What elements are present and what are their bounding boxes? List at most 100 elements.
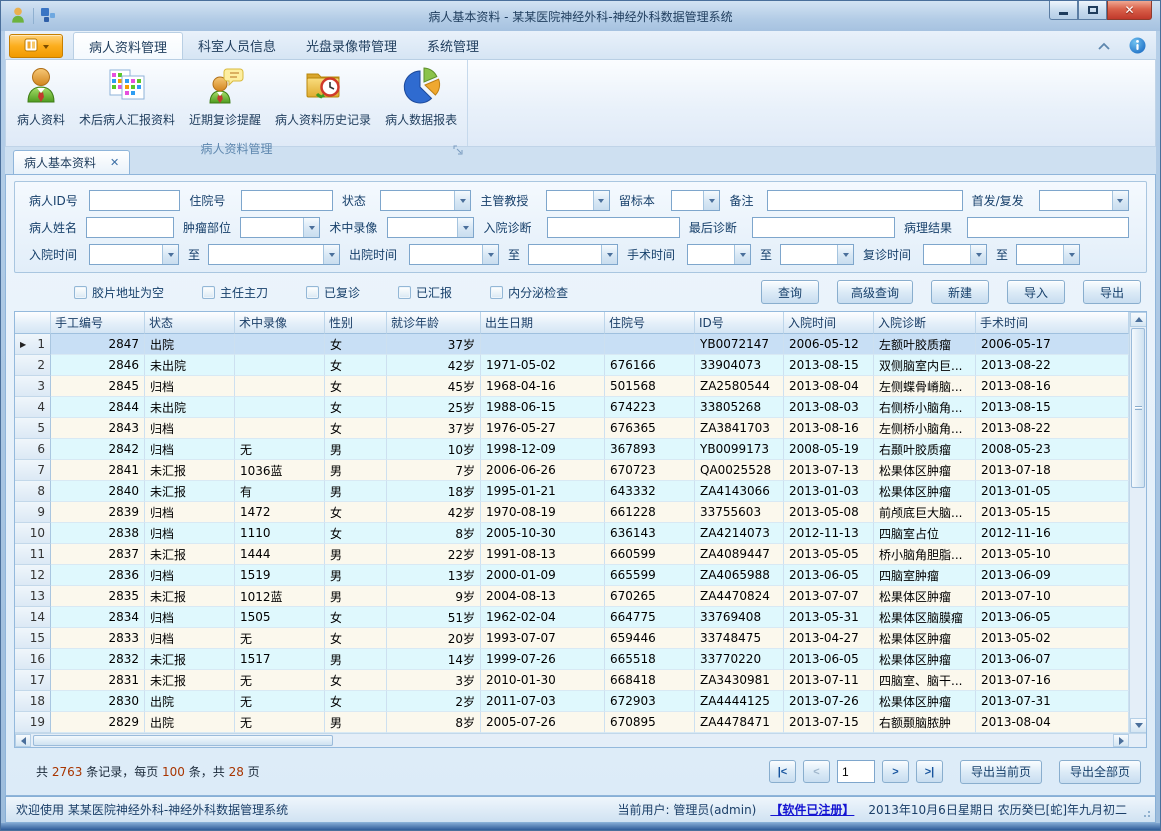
horizontal-scroll-track[interactable]	[31, 734, 1113, 747]
table-row[interactable]: ▶12847出院女37岁YB00721472006-05-12左额叶胶质瘤200…	[15, 334, 1129, 355]
column-header[interactable]: 入院时间	[784, 312, 874, 334]
table-row[interactable]: 112837未汇报1444男22岁1991-08-13660599ZA40894…	[15, 544, 1129, 565]
column-header[interactable]: ID号	[695, 312, 784, 334]
search-combo-box[interactable]	[1039, 190, 1129, 211]
column-header[interactable]: 入院诊断	[874, 312, 976, 334]
table-row[interactable]: 182830出院无女2岁2011-07-03672903ZA4444125201…	[15, 691, 1129, 712]
table-row[interactable]: 132835未汇报1012蓝男9岁2004-08-13670265ZA44708…	[15, 586, 1129, 607]
table-row[interactable]: 162832未汇报1517男14岁1999-07-266655183377022…	[15, 649, 1129, 670]
ribbon-button[interactable]: 病人数据报表	[378, 62, 464, 140]
combo-arrow-button[interactable]	[303, 218, 319, 237]
search-combo-box[interactable]	[380, 190, 472, 211]
combo-arrow-button[interactable]	[454, 191, 470, 210]
search-text-input[interactable]	[241, 190, 333, 211]
new-button[interactable]: 新建	[931, 280, 989, 304]
export-current-page-button[interactable]: 导出当前页	[960, 760, 1042, 784]
ribbon-tab[interactable]: 光盘录像带管理	[291, 32, 412, 59]
minimize-button[interactable]	[1049, 1, 1078, 20]
filter-checkbox[interactable]: 内分泌检查	[490, 284, 568, 301]
table-row[interactable]: 22846未出院女42岁1971-05-02676166339040732013…	[15, 355, 1129, 376]
combo-arrow-button[interactable]	[593, 191, 609, 210]
search-combo-box[interactable]	[387, 217, 475, 238]
search-combo-box[interactable]	[208, 244, 340, 265]
last-page-button[interactable]: >|	[916, 760, 943, 783]
search-combo-box[interactable]	[1016, 244, 1080, 265]
horizontal-scroll-thumb[interactable]	[33, 735, 333, 746]
org-grid-icon[interactable]	[40, 7, 56, 26]
next-page-button[interactable]: >	[882, 760, 909, 783]
search-combo-box[interactable]	[89, 244, 179, 265]
combo-arrow-button[interactable]	[734, 245, 750, 264]
filter-checkbox[interactable]: 主任主刀	[202, 284, 268, 301]
page-number-input[interactable]	[837, 760, 875, 783]
combo-arrow-button[interactable]	[970, 245, 986, 264]
ribbon-tab[interactable]: 科室人员信息	[183, 32, 291, 59]
combo-arrow-button[interactable]	[837, 245, 853, 264]
combo-arrow-button[interactable]	[323, 245, 339, 264]
column-header[interactable]: 手工编号	[51, 312, 145, 334]
software-registered-link[interactable]: 【软件已注册】	[770, 801, 854, 818]
scroll-down-button[interactable]	[1130, 718, 1146, 733]
close-button[interactable]: ✕	[1107, 1, 1152, 20]
table-row[interactable]: 72841未汇报1036蓝男7岁2006-06-26670723QA002552…	[15, 460, 1129, 481]
ribbon-button[interactable]: 近期复诊提醒	[182, 62, 268, 140]
table-row[interactable]: 142834归档1505女51岁1962-02-0466477533769408…	[15, 607, 1129, 628]
search-text-input[interactable]	[767, 190, 962, 211]
combo-arrow-button[interactable]	[703, 191, 719, 210]
combo-arrow-button[interactable]	[457, 218, 473, 237]
advanced-query-button[interactable]: 高级查询	[837, 280, 913, 304]
application-menu-button[interactable]	[9, 34, 63, 58]
ribbon-button[interactable]: 病人资料历史记录	[268, 62, 378, 140]
column-header[interactable]: 住院号	[605, 312, 695, 334]
search-text-input[interactable]	[86, 217, 174, 238]
info-icon[interactable]	[1129, 37, 1146, 57]
combo-arrow-button[interactable]	[1112, 191, 1128, 210]
dialog-launcher-icon[interactable]	[453, 144, 463, 158]
table-row[interactable]: 62842归档无男10岁1998-12-09367893YB0099173200…	[15, 439, 1129, 460]
search-combo-box[interactable]	[528, 244, 618, 265]
scroll-right-button[interactable]	[1113, 734, 1129, 747]
column-header[interactable]: 手术时间	[976, 312, 1129, 334]
ribbon-tab[interactable]: 病人资料管理	[73, 32, 183, 59]
search-text-input[interactable]	[89, 190, 181, 211]
ribbon-tab[interactable]: 系统管理	[412, 32, 494, 59]
prev-page-button[interactable]: <	[803, 760, 830, 783]
combo-arrow-button[interactable]	[601, 245, 617, 264]
combo-arrow-button[interactable]	[482, 245, 498, 264]
table-row[interactable]: 92839归档1472女42岁1970-08-19661228337556032…	[15, 502, 1129, 523]
filter-checkbox[interactable]: 已复诊	[306, 284, 360, 301]
table-row[interactable]: 32845归档女45岁1968-04-16501568ZA25805442013…	[15, 376, 1129, 397]
table-row[interactable]: 192829出院无男8岁2005-07-26670895ZA4478471201…	[15, 712, 1129, 733]
search-combo-box[interactable]	[923, 244, 987, 265]
table-row[interactable]: 122836归档1519男13岁2000-01-09665599ZA406598…	[15, 565, 1129, 586]
ribbon-button[interactable]: 病人资料	[10, 62, 72, 140]
scroll-up-button[interactable]	[1130, 312, 1146, 327]
import-button[interactable]: 导入	[1007, 280, 1065, 304]
search-combo-box[interactable]	[671, 190, 721, 211]
search-combo-box[interactable]	[687, 244, 751, 265]
search-text-input[interactable]	[967, 217, 1129, 238]
export-all-pages-button[interactable]: 导出全部页	[1059, 760, 1141, 784]
table-row[interactable]: 82840未汇报有男18岁1995-01-21643332ZA414306620…	[15, 481, 1129, 502]
filter-checkbox[interactable]: 已汇报	[398, 284, 452, 301]
search-combo-box[interactable]	[780, 244, 854, 265]
filter-checkbox[interactable]: 胶片地址为空	[74, 284, 164, 301]
column-header[interactable]: 出生日期	[481, 312, 605, 334]
scroll-left-button[interactable]	[15, 734, 31, 747]
table-row[interactable]: 102838归档1110女8岁2005-10-30636143ZA4214073…	[15, 523, 1129, 544]
app-user-icon[interactable]	[9, 6, 27, 27]
table-row[interactable]: 42844未出院女25岁1988-06-15674223338052682013…	[15, 397, 1129, 418]
ribbon-button[interactable]: 术后病人汇报资料	[72, 62, 182, 140]
export-button[interactable]: 导出	[1083, 280, 1141, 304]
search-combo-box[interactable]	[409, 244, 499, 265]
table-row[interactable]: 52843归档女37岁1976-05-27676365ZA38417032013…	[15, 418, 1129, 439]
column-header[interactable]: 性别	[325, 312, 387, 334]
search-combo-box[interactable]	[240, 217, 320, 238]
horizontal-scrollbar[interactable]	[15, 733, 1146, 747]
vertical-scroll-thumb[interactable]	[1131, 328, 1145, 488]
column-header[interactable]: 术中录像	[235, 312, 325, 334]
column-header[interactable]: 状态	[145, 312, 235, 334]
search-text-input[interactable]	[547, 217, 680, 238]
table-row[interactable]: 172831未汇报无女3岁2010-01-30668418ZA343098120…	[15, 670, 1129, 691]
search-text-input[interactable]	[752, 217, 895, 238]
